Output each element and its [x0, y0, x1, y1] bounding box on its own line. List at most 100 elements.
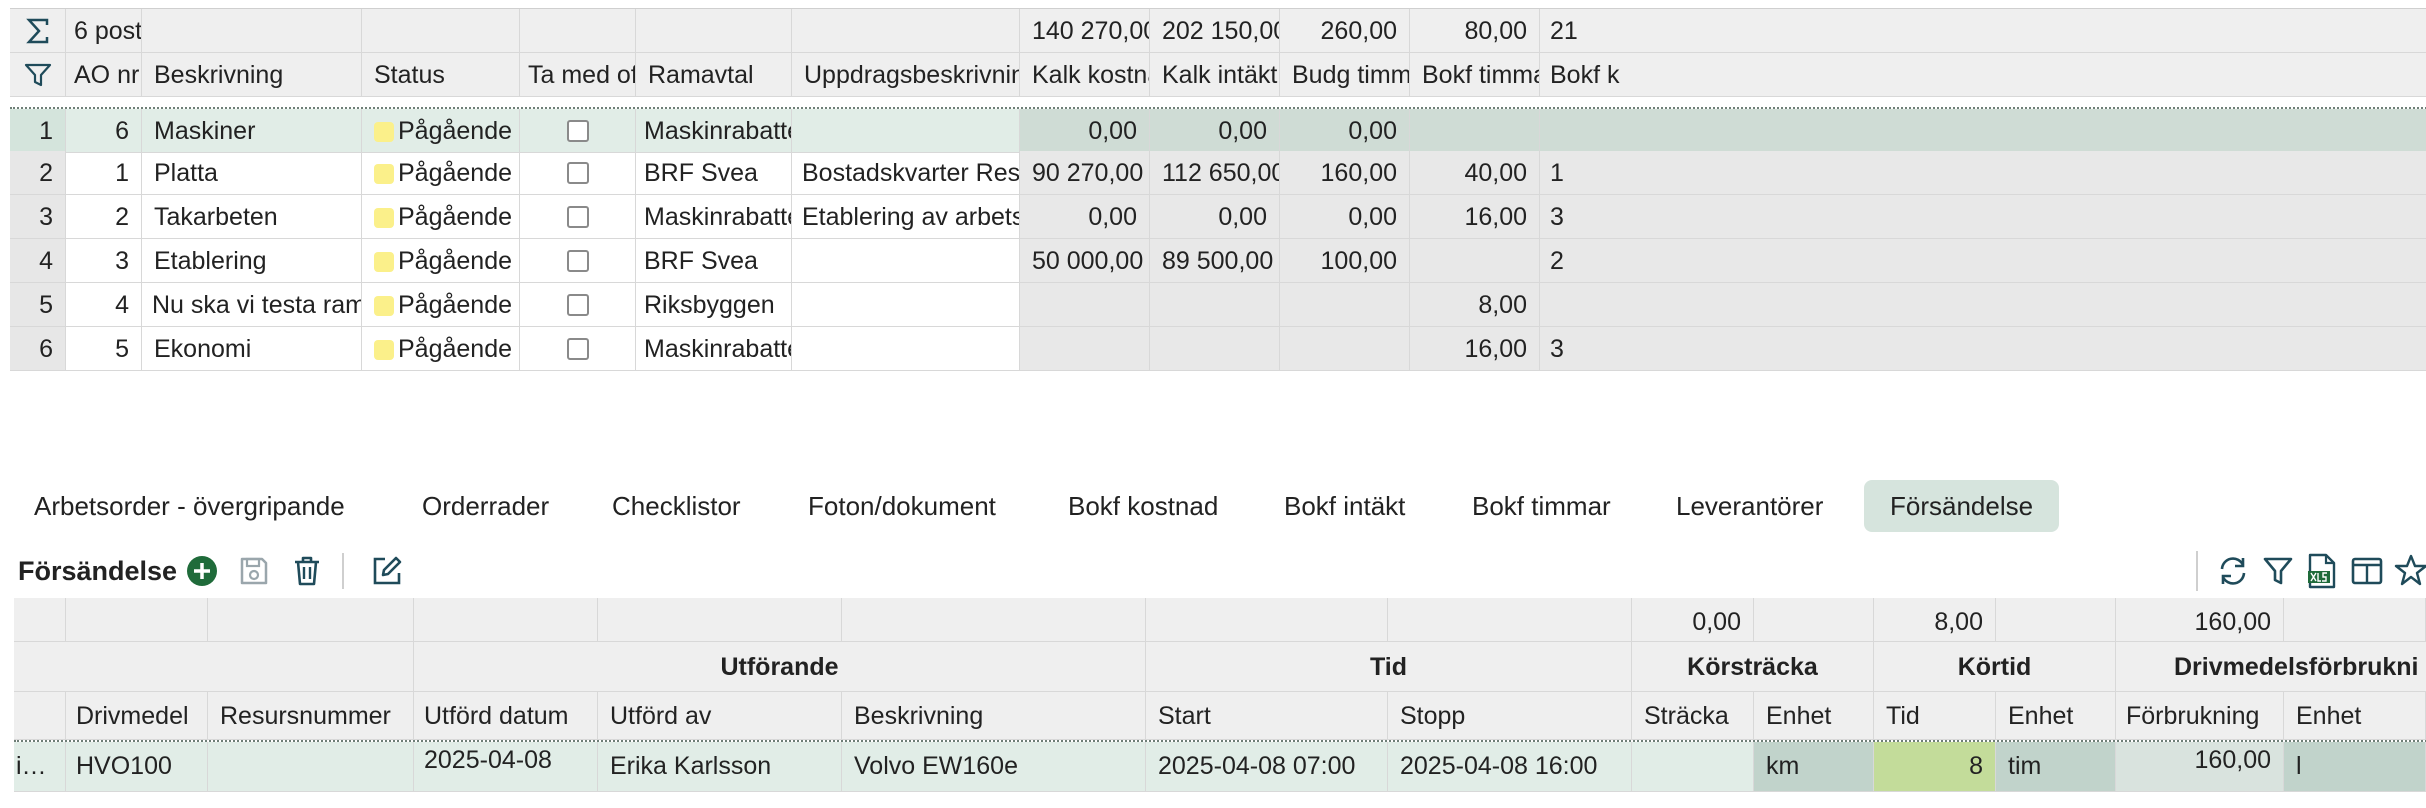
cell-kalk-intakt: 0,00 — [1150, 109, 1280, 153]
cell-uppdrag — [792, 283, 1020, 327]
cell-status: Pågående — [362, 239, 520, 283]
row-number: 2 — [10, 151, 66, 195]
tab-arbetsorder[interactable]: Arbetsorder - övergripande — [8, 480, 371, 532]
group-header-row: Utförande Tid Körsträcka Körtid Drivmede… — [14, 642, 2426, 692]
tab-bokf-timmar[interactable]: Bokf timmar — [1446, 480, 1637, 532]
col-forbrukning[interactable]: Förbrukning — [2116, 692, 2284, 740]
sum-bokf-k: 21 — [1540, 9, 2426, 53]
cell-uppdrag — [792, 239, 1020, 283]
offert-checkbox[interactable] — [566, 162, 589, 184]
col-utford-av[interactable]: Utförd av — [598, 692, 842, 740]
sum-tid: 8,00 — [1874, 598, 1996, 642]
toolbar-divider — [2196, 551, 2198, 591]
tab-orderrader[interactable]: Orderrader — [396, 480, 575, 532]
col-bokf-k[interactable]: Bokf k — [1540, 53, 2426, 97]
status-dot — [374, 296, 394, 316]
status-label: Pågående — [398, 335, 513, 363]
col-kalk-intakt[interactable]: Kalk intäkt — [1150, 53, 1280, 97]
filter-icon[interactable] — [2262, 555, 2294, 587]
col-enhet[interactable]: Enhet — [1996, 692, 2116, 740]
group-drivmedel: Drivmedelsförbrukni — [2116, 642, 2426, 692]
col-ao-nr[interactable]: AO nr — [66, 53, 142, 97]
col-kalk-kostnad[interactable]: Kalk kostnad — [1020, 53, 1150, 97]
col-status[interactable]: Status — [362, 53, 520, 97]
summary-row: 0,00 8,00 160,00 8 — [14, 598, 2426, 642]
cell-beskrivning: Takarbeten — [142, 195, 362, 239]
sum-bokf-timmar: 80,00 — [1410, 9, 1540, 53]
col-uppdragsbeskrivning[interactable]: Uppdragsbeskrivning — [792, 53, 1020, 97]
cell-budg-timmar — [1280, 283, 1410, 327]
cell-enhet-km: km — [1754, 742, 1874, 792]
offert-checkbox[interactable] — [566, 338, 589, 360]
cell-bokf-k: 3 — [1540, 327, 2426, 371]
cell-status: Pågående — [362, 195, 520, 239]
offert-checkbox[interactable] — [566, 294, 589, 316]
tab-bokf-intakt[interactable]: Bokf intäkt — [1258, 480, 1431, 532]
cell-ta-med-offert — [520, 151, 636, 195]
col-ta-med-offert[interactable]: Ta med offert — [520, 53, 636, 97]
col-ramavtal[interactable]: Ramavtal — [636, 53, 792, 97]
cell-budg-timmar: 100,00 — [1280, 239, 1410, 283]
col-beskrivning[interactable]: Beskrivning — [842, 692, 1146, 740]
table-row[interactable]: 3 2 Takarbeten Pågående Maskinrabatten 1… — [10, 195, 2426, 239]
col-start[interactable]: Start — [1146, 692, 1388, 740]
col-tid[interactable]: Tid — [1874, 692, 1996, 740]
col-resursnummer[interactable]: Resursnummer — [208, 692, 414, 740]
cell-bokf-timmar: 16,00 — [1410, 327, 1540, 371]
filter-cell[interactable] — [10, 53, 66, 97]
tab-leverantorer[interactable]: Leverantörer — [1650, 480, 1849, 532]
star-icon[interactable] — [2394, 553, 2426, 587]
table-row[interactable]: 1 6 Maskiner Pågående Maskinrabatten 1… … — [10, 107, 2426, 153]
cell-ramavtal: BRF Svea — [636, 239, 792, 283]
offert-checkbox[interactable] — [566, 206, 589, 228]
columns-icon[interactable] — [2350, 555, 2384, 587]
excel-icon[interactable] — [2306, 553, 2338, 589]
offert-checkbox[interactable] — [566, 120, 589, 142]
col-drivmedel[interactable]: Drivmedel — [66, 692, 208, 740]
sigma-cell[interactable] — [10, 9, 66, 53]
cell-ramavtal: Maskinrabatten 1… — [636, 195, 792, 239]
cell-kalk-kostnad — [1020, 283, 1150, 327]
table-row[interactable]: 6 5 Ekonomi Pågående Maskinrabatten 1… 1… — [10, 327, 2426, 371]
cell-bokf-timmar: 16,00 — [1410, 195, 1540, 239]
sum-forbrukning: 160,00 — [2116, 598, 2284, 642]
trash-icon[interactable] — [292, 555, 322, 587]
add-icon[interactable] — [186, 555, 218, 587]
col-stopp[interactable]: Stopp — [1388, 692, 1632, 740]
save-icon[interactable] — [238, 555, 270, 587]
cell-ao-nr: 2 — [66, 195, 142, 239]
col-beskrivning[interactable]: Beskrivning — [142, 53, 362, 97]
toolbar-divider — [342, 553, 344, 589]
row-number: 3 — [10, 195, 66, 239]
tab-bar: Arbetsorder - övergripande Orderrader Ch… — [0, 480, 2426, 532]
col-enhet[interactable]: Enhet — [1754, 692, 1874, 740]
col-bokf-timmar[interactable]: Bokf timmar — [1410, 53, 1540, 97]
table-row[interactable]: i… HVO100 2025-04-08 Erika Karlsson Volv… — [14, 740, 2426, 792]
cell-uppdrag — [792, 109, 1020, 153]
col-budg-timmar[interactable]: Budg timmar — [1280, 53, 1410, 97]
refresh-icon[interactable] — [2216, 554, 2250, 588]
cell-kalk-kostnad: 90 270,00 — [1020, 151, 1150, 195]
cell-kalk-intakt: 89 500,00 — [1150, 239, 1280, 283]
tab-checklistor[interactable]: Checklistor — [586, 480, 767, 532]
cell-ramavtal: Maskinrabatten 1… — [636, 109, 792, 153]
col-utford-datum[interactable]: Utförd datum — [414, 692, 598, 740]
panel-title: Försändelse — [18, 556, 178, 586]
offert-checkbox[interactable] — [566, 250, 589, 272]
filter-icon — [24, 63, 52, 87]
col-stracka[interactable]: Sträcka — [1632, 692, 1754, 740]
tab-foton-dokument[interactable]: Foton/dokument — [782, 480, 1022, 532]
table-row[interactable]: 5 4 Nu ska vi testa ramavtal Pågående Ri… — [10, 283, 2426, 327]
cell-utford-datum[interactable]: 2025-04-08 — [414, 742, 598, 792]
edit-icon[interactable] — [370, 554, 404, 588]
status-label: Pågående — [398, 159, 513, 187]
col-enhet[interactable]: Enhet — [2284, 692, 2426, 740]
sigma-icon — [26, 18, 49, 44]
cell-ramavtal: BRF Svea — [636, 151, 792, 195]
cell-kalk-kostnad: 0,00 — [1020, 109, 1150, 153]
table-row[interactable]: 4 3 Etablering Pågående BRF Svea 50 000,… — [10, 239, 2426, 283]
table-row[interactable]: 2 1 Platta Pågående BRF Svea Bostadskvar… — [10, 151, 2426, 195]
status-dot — [374, 122, 394, 142]
tab-forsandelse[interactable]: Försändelse — [1864, 480, 2060, 532]
tab-bokf-kostnad[interactable]: Bokf kostnad — [1042, 480, 1244, 532]
